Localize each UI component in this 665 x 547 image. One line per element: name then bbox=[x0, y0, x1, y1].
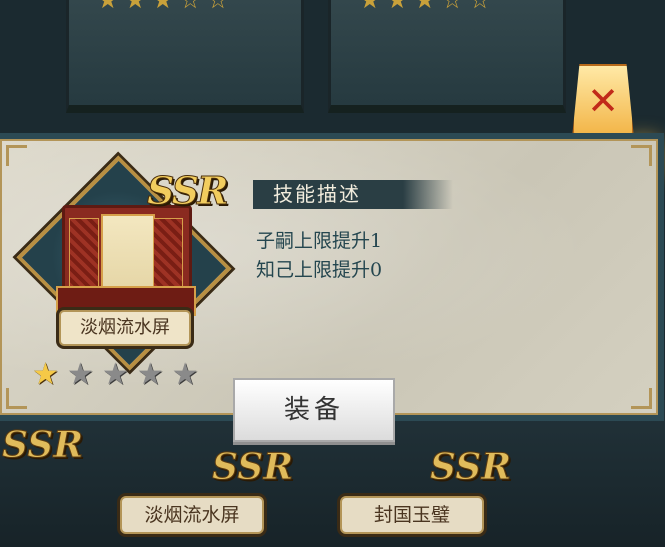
star-empty-icon: ★ bbox=[171, 357, 199, 392]
panel-corner-ornament bbox=[6, 388, 27, 409]
panel-corner-ornament bbox=[631, 145, 652, 166]
background-card-top-right: ★★★☆☆ bbox=[328, 0, 566, 113]
skill-description-line: 知己上限提升0 bbox=[256, 259, 383, 281]
panel-corner-ornament bbox=[631, 388, 652, 409]
star-empty-icon: ★ bbox=[101, 357, 129, 392]
skill-description-line: 子嗣上限提升1 bbox=[256, 230, 383, 252]
rarity-badge: SSR bbox=[147, 168, 230, 214]
star-empty-icon: ★ bbox=[136, 357, 164, 392]
close-button[interactable]: ✕ bbox=[572, 64, 634, 138]
close-icon: ✕ bbox=[587, 79, 619, 123]
background-stars: ★★★☆☆ bbox=[359, 0, 497, 14]
skill-description-header: 技能描述 bbox=[253, 180, 453, 209]
background-item-name[interactable]: 封国玉璧 bbox=[340, 496, 484, 534]
star-empty-icon: ★ bbox=[66, 357, 94, 392]
star-rating: ★ ★ ★ ★ ★ bbox=[32, 360, 199, 390]
panel-corner-ornament bbox=[6, 145, 27, 166]
background-ssr-badge: SSR bbox=[211, 446, 294, 489]
background-stars: ★★★☆☆ bbox=[97, 0, 235, 14]
item-name-plate: 淡烟流水屏 bbox=[59, 310, 191, 346]
background-card-top-left: ★★★☆☆ bbox=[66, 0, 304, 113]
background-item-name[interactable]: 淡烟流水屏 bbox=[120, 496, 264, 534]
background-ssr-badge: SSR bbox=[429, 446, 512, 489]
equip-button[interactable]: 装备 bbox=[233, 378, 395, 442]
background-ssr-badge: SSR bbox=[1, 424, 84, 467]
star-filled-icon: ★ bbox=[32, 357, 59, 392]
